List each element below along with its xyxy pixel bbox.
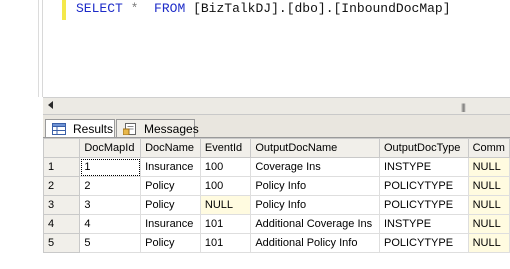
cell-outputdoctype[interactable]: POLICYTYPE — [378, 176, 469, 196]
cell-comm[interactable]: NULL — [467, 176, 510, 196]
cell-docname[interactable]: Policy — [140, 176, 201, 196]
cell-eventid[interactable]: NULL — [199, 195, 252, 215]
results-tab-strip: Results Messages — [43, 114, 510, 138]
table-row[interactable]: 5 5 Policy 101 Additional Policy Info PO… — [43, 233, 510, 253]
row-number[interactable]: 5 — [43, 233, 81, 253]
cell-docname[interactable]: Policy — [140, 195, 201, 215]
cell-comm[interactable]: NULL — [467, 195, 510, 215]
tab-messages[interactable]: Messages — [116, 119, 199, 138]
cell-docname[interactable]: Insurance — [140, 214, 201, 234]
table-row[interactable]: 3 3 Policy NULL Policy Info POLICYTYPE N… — [43, 195, 510, 215]
row-number[interactable]: 3 — [43, 195, 81, 215]
column-header-docname[interactable]: DocName — [140, 138, 201, 158]
query-editor[interactable]: SELECT * FROM [BizTalkDJ].[dbo].[Inbound… — [0, 0, 510, 97]
keyword-from: FROM — [154, 1, 186, 16]
table-row[interactable]: 2 2 Policy 100 Policy Info POLICYTYPE NU… — [43, 176, 510, 196]
cell-docmapid[interactable]: 3 — [79, 195, 142, 215]
table-row[interactable]: 1 1 Insurance 100 Coverage Ins INSTYPE N… — [43, 157, 510, 177]
star-operator: * — [130, 1, 139, 16]
column-header-outputdoctype[interactable]: OutputDocType — [378, 138, 469, 158]
cell-comm[interactable]: NULL — [467, 214, 510, 234]
editor-gutter — [0, 0, 39, 97]
cell-outputdoctype[interactable]: INSTYPE — [378, 157, 469, 177]
table-row[interactable]: 4 4 Insurance 101 Additional Coverage In… — [43, 214, 510, 234]
cell-outputdocname[interactable]: Additional Policy Info — [250, 233, 380, 253]
sql-line[interactable]: SELECT * FROM [BizTalkDJ].[dbo].[Inbound… — [76, 0, 451, 17]
results-grid[interactable]: DocMapId DocName EventId OutputDocName O… — [43, 137, 510, 269]
tab-results[interactable]: Results — [45, 119, 115, 138]
grid-corner[interactable] — [43, 138, 81, 158]
cell-docmapid[interactable]: 2 — [79, 176, 142, 196]
cell-eventid[interactable]: 100 — [199, 176, 252, 196]
row-number[interactable]: 4 — [43, 214, 81, 234]
cell-comm[interactable]: NULL — [467, 233, 510, 253]
cell-outputdocname[interactable]: Policy Info — [250, 195, 380, 215]
header-row: DocMapId DocName EventId OutputDocName O… — [43, 138, 510, 158]
cell-eventid[interactable]: 101 — [199, 233, 252, 253]
cell-docmapid[interactable]: 5 — [79, 233, 142, 253]
tab-messages-label: Messages — [144, 122, 199, 136]
cell-outputdoctype[interactable]: POLICYTYPE — [378, 233, 469, 253]
cell-comm[interactable]: NULL — [467, 157, 510, 177]
results-table: DocMapId DocName EventId OutputDocName O… — [43, 138, 510, 253]
editor-horizontal-scrollbar[interactable]: ||| — [43, 97, 510, 114]
tab-results-label: Results — [73, 122, 114, 136]
row-number[interactable]: 2 — [43, 176, 81, 196]
column-header-docmapid[interactable]: DocMapId — [79, 138, 142, 158]
change-indicator-bar — [62, 0, 66, 20]
column-header-comm[interactable]: Comm — [467, 138, 510, 158]
cell-docmapid[interactable]: 1 — [79, 157, 142, 177]
scroll-left-arrow-icon[interactable] — [48, 101, 53, 109]
cell-eventid[interactable]: 100 — [199, 157, 252, 177]
row-number[interactable]: 1 — [43, 157, 81, 177]
cell-outputdoctype[interactable]: INSTYPE — [378, 214, 469, 234]
cell-outputdocname[interactable]: Additional Coverage Ins — [250, 214, 380, 234]
messages-icon — [123, 123, 136, 135]
keyword-select: SELECT — [76, 1, 123, 16]
cell-outputdoctype[interactable]: POLICYTYPE — [378, 195, 469, 215]
grid-results-icon — [52, 123, 66, 135]
cell-eventid[interactable]: 101 — [199, 214, 252, 234]
cell-outputdocname[interactable]: Policy Info — [250, 176, 380, 196]
cell-outputdocname[interactable]: Coverage Ins — [250, 157, 380, 177]
cell-docname[interactable]: Policy — [140, 233, 201, 253]
cell-docname[interactable]: Insurance — [140, 157, 201, 177]
column-header-eventid[interactable]: EventId — [199, 138, 252, 158]
column-header-outputdocname[interactable]: OutputDocName — [250, 138, 380, 158]
editor-gutter-divider — [42, 0, 43, 97]
table-object-name: [BizTalkDJ].[dbo].[InboundDocMap] — [193, 1, 451, 16]
scroll-grip-icon[interactable]: ||| — [461, 102, 466, 112]
cell-docmapid[interactable]: 4 — [79, 214, 142, 234]
